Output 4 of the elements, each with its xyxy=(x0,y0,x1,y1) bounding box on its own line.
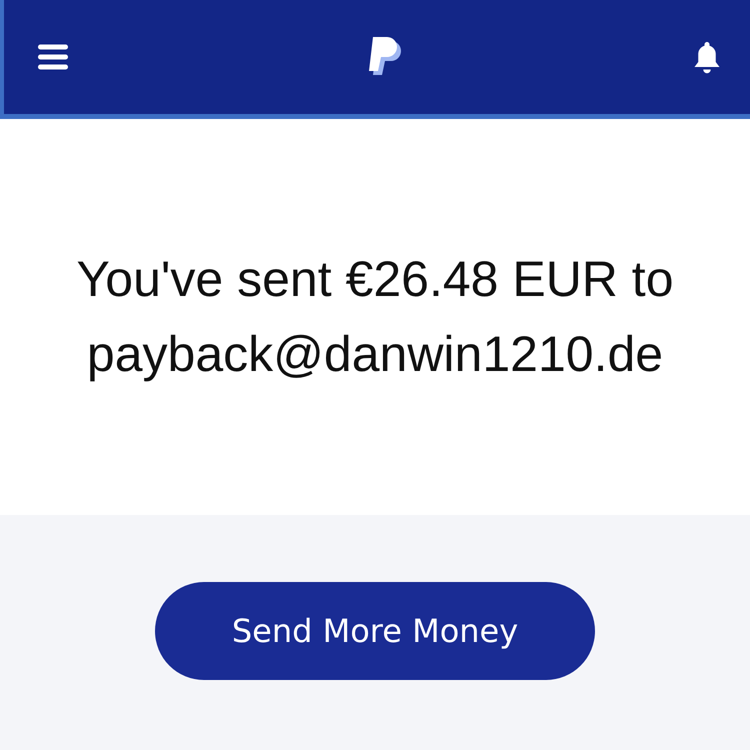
confirmation-message: You've sent €26.48 EUR to payback@danwin1210.de xyxy=(76,250,674,384)
bell-icon[interactable] xyxy=(692,39,722,75)
menu-icon[interactable] xyxy=(38,44,68,70)
send-more-money-button[interactable]: Send More Money xyxy=(155,582,595,680)
